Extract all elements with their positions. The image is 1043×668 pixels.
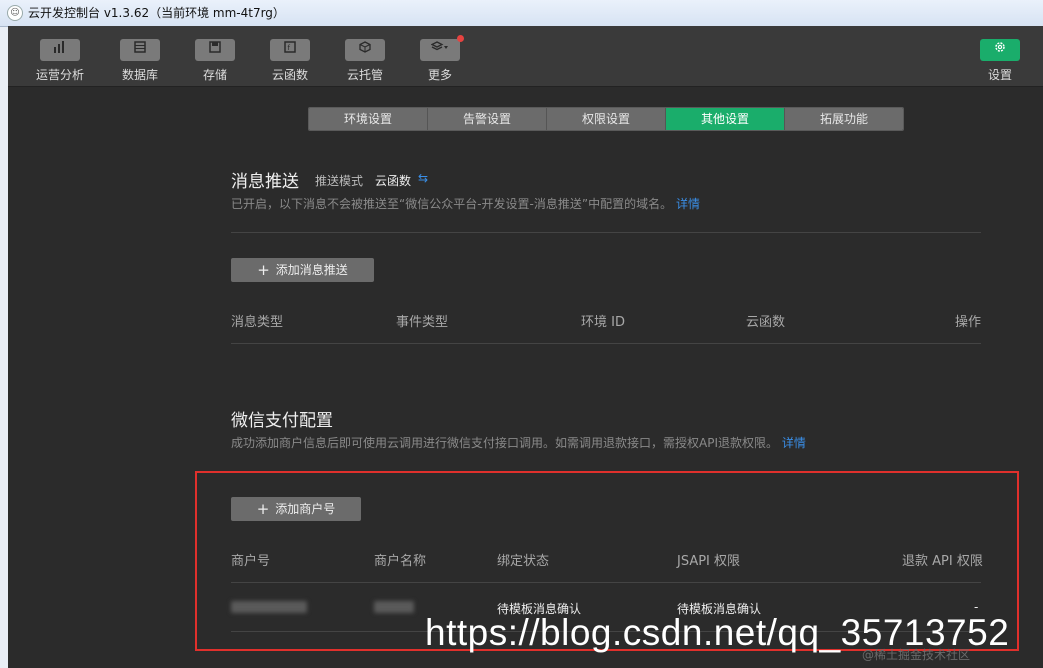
push-section-title: 消息推送: [231, 172, 299, 192]
push-col-event-type: 事件类型: [396, 315, 449, 330]
toolbar-label: 运营分析: [35, 68, 84, 82]
window-left-edge: [0, 26, 8, 668]
pay-col-bind-status: 绑定状态: [497, 554, 550, 569]
bar-chart-icon: [40, 39, 80, 61]
tab-extensions[interactable]: 拓展功能: [785, 108, 903, 130]
toolbar-item-settings[interactable]: 设置: [970, 39, 1030, 83]
toolbar-label: 数据库: [121, 68, 158, 82]
app-icon: ☺: [7, 5, 23, 21]
toolbar-item-analytics[interactable]: 运营分析: [30, 39, 90, 83]
watermark-community: @稀土掘金技术社区: [862, 648, 971, 662]
push-col-actions: 操作: [955, 315, 982, 330]
add-merchant-label: 添加商户号: [275, 502, 336, 516]
toolbar-label: 更多: [427, 68, 452, 82]
plus-icon: +: [256, 500, 270, 518]
database-icon: [120, 39, 160, 61]
window-title: 云开发控制台 v1.3.62（当前环境 mm-4t7rg）: [28, 6, 285, 20]
push-details-link[interactable]: 详情: [676, 197, 700, 211]
toolbar-label: 云函数: [271, 68, 308, 82]
toolbar-item-functions[interactable]: f 云函数: [260, 39, 320, 83]
divider: [231, 582, 981, 583]
tab-permissions[interactable]: 权限设置: [547, 108, 666, 130]
tab-alerts[interactable]: 告警设置: [428, 108, 547, 130]
pay-details-link[interactable]: 详情: [782, 436, 806, 450]
add-merchant-button[interactable]: + 添加商户号: [231, 497, 361, 521]
toolbar-item-storage[interactable]: 存储: [185, 39, 245, 83]
toolbar-item-database[interactable]: 数据库: [110, 39, 170, 83]
pay-col-jsapi: JSAPI 权限: [677, 554, 741, 569]
redacted-merchant-name: [374, 601, 414, 613]
pay-description: 成功添加商户信息后即可使用云调用进行微信支付接口调用。如需调用退款接口，需授权A…: [231, 434, 806, 451]
settings-tabs: 环境设置 告警设置 权限设置 其他设置 拓展功能: [308, 107, 904, 131]
add-push-button[interactable]: + 添加消息推送: [231, 258, 374, 282]
push-description: 已开启，以下消息不会被推送至“微信公众平台-开发设置-消息推送”中配置的域名。 …: [231, 195, 700, 212]
save-icon: [195, 39, 235, 61]
cube-icon: [345, 39, 385, 61]
push-col-env-id: 环境 ID: [581, 315, 625, 330]
toolbar: 运营分析 数据库 存储 f 云函数 云托管 更多 设置: [8, 26, 1043, 87]
swap-icon[interactable]: ⇆: [418, 171, 428, 185]
toolbar-label: 云托管: [346, 68, 383, 82]
svg-text:f: f: [288, 44, 291, 52]
gear-icon: [980, 39, 1020, 61]
tab-environment[interactable]: 环境设置: [309, 108, 428, 130]
function-icon: f: [270, 39, 310, 61]
push-mode-value: 云函数: [375, 174, 412, 188]
push-col-function: 云函数: [746, 315, 786, 330]
push-mode-label: 推送模式: [315, 174, 364, 188]
toolbar-item-more[interactable]: 更多: [410, 35, 470, 83]
push-col-message-type: 消息类型: [231, 315, 284, 330]
notification-dot: [457, 35, 464, 42]
toolbar-item-cloudhost[interactable]: 云托管: [335, 39, 395, 83]
pay-description-text: 成功添加商户信息后即可使用云调用进行微信支付接口调用。如需调用退款接口，需授权A…: [231, 436, 778, 450]
toolbar-label: 存储: [202, 68, 227, 82]
add-push-label: 添加消息推送: [275, 263, 348, 277]
divider: [231, 232, 981, 233]
redacted-merchant-id: [231, 601, 307, 613]
toolbar-label: 设置: [987, 68, 1012, 82]
pay-col-merchant-id: 商户号: [231, 554, 271, 569]
push-description-text: 已开启，以下消息不会被推送至“微信公众平台-开发设置-消息推送”中配置的域名。: [231, 197, 673, 211]
pay-section-title: 微信支付配置: [231, 411, 333, 431]
layers-icon: [420, 35, 464, 61]
pay-col-refund-api: 退款 API 权限: [902, 554, 983, 569]
divider: [231, 343, 981, 344]
pay-col-merchant-name: 商户名称: [374, 554, 427, 569]
window-title-bar: ☺ 云开发控制台 v1.3.62（当前环境 mm-4t7rg）: [0, 0, 1043, 27]
tab-other-settings[interactable]: 其他设置: [666, 108, 785, 130]
plus-icon: +: [257, 261, 270, 279]
